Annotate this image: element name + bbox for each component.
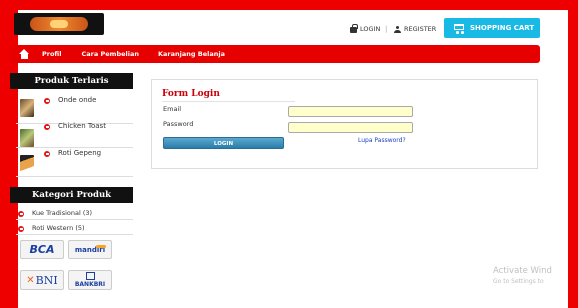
login-button[interactable]: LOGIN <box>163 137 284 149</box>
password-field[interactable] <box>288 122 413 133</box>
best-sellers-heading: Produk Terlaris <box>10 73 133 89</box>
product-link-chicken-toast[interactable]: Chicken Toast <box>58 122 106 130</box>
bank-logo-bca-label: BCA <box>29 243 55 256</box>
bank-logo-bni-label: BNI <box>35 273 58 287</box>
product-thumbnail[interactable] <box>20 129 34 147</box>
activation-watermark-subtitle: Go to Settings to <box>493 278 544 285</box>
divider <box>16 219 133 220</box>
bullet-icon <box>18 226 24 232</box>
bullet-icon <box>18 211 24 217</box>
email-field[interactable] <box>288 106 413 117</box>
divider <box>16 147 133 148</box>
product-thumbnail[interactable] <box>20 155 34 173</box>
password-label: Password <box>163 120 194 128</box>
activation-watermark-title: Activate Wind <box>493 266 552 276</box>
forgot-password-link[interactable]: Lupa Password? <box>358 137 406 144</box>
email-label: Email <box>163 105 182 113</box>
nav-item-cara-pembelian[interactable]: Cara Pembelian <box>81 50 139 58</box>
login-link[interactable]: LOGIN <box>350 24 381 33</box>
bank-logo-bri-label: BANKBRI <box>74 281 106 288</box>
shopping-cart-label: SHOPPING CART <box>470 24 535 32</box>
main-nav: Profil Cara Pembelian Karanjang Belanja <box>10 45 540 63</box>
register-link-label: REGISTER <box>404 25 437 33</box>
home-icon[interactable] <box>19 49 30 59</box>
bank-logo-bni: ✕ BNI <box>20 270 64 290</box>
category-link-kue-tradisional[interactable]: Kue Tradisional (3) <box>32 209 92 217</box>
site-logo[interactable] <box>14 13 104 35</box>
shopping-cart-button[interactable]: SHOPPING CART <box>444 18 540 38</box>
login-link-label: LOGIN <box>360 25 381 33</box>
user-icon <box>394 25 401 33</box>
logo-mark <box>30 17 88 31</box>
category-link-roti-western[interactable]: Roti Western (5) <box>32 224 85 232</box>
bullet-icon <box>44 151 50 157</box>
bullet-icon <box>44 124 50 130</box>
lock-icon <box>350 24 358 33</box>
category-heading: Kategori Produk <box>10 187 133 203</box>
login-form-title: Form Login <box>162 89 220 99</box>
right-border <box>568 0 578 308</box>
product-link-roti-gepeng[interactable]: Roti Gepeng <box>58 149 101 157</box>
bank-logo-mandiri: mandiri <box>68 240 112 259</box>
product-thumbnail[interactable] <box>20 99 34 117</box>
bank-logo-bca: BCA <box>20 240 64 259</box>
divider <box>16 234 133 235</box>
nav-item-keranjang[interactable]: Karanjang Belanja <box>158 50 225 58</box>
header-separator: | <box>385 25 388 33</box>
title-divider <box>162 101 295 102</box>
cart-icon <box>452 23 465 34</box>
product-link-onde-onde[interactable]: Onde onde <box>58 96 96 104</box>
bank-logo-bri: BANKBRI <box>68 270 112 290</box>
divider <box>16 176 133 177</box>
bullet-icon <box>44 98 50 104</box>
nav-item-profil[interactable]: Profil <box>42 50 61 58</box>
register-link[interactable]: REGISTER <box>394 25 436 33</box>
